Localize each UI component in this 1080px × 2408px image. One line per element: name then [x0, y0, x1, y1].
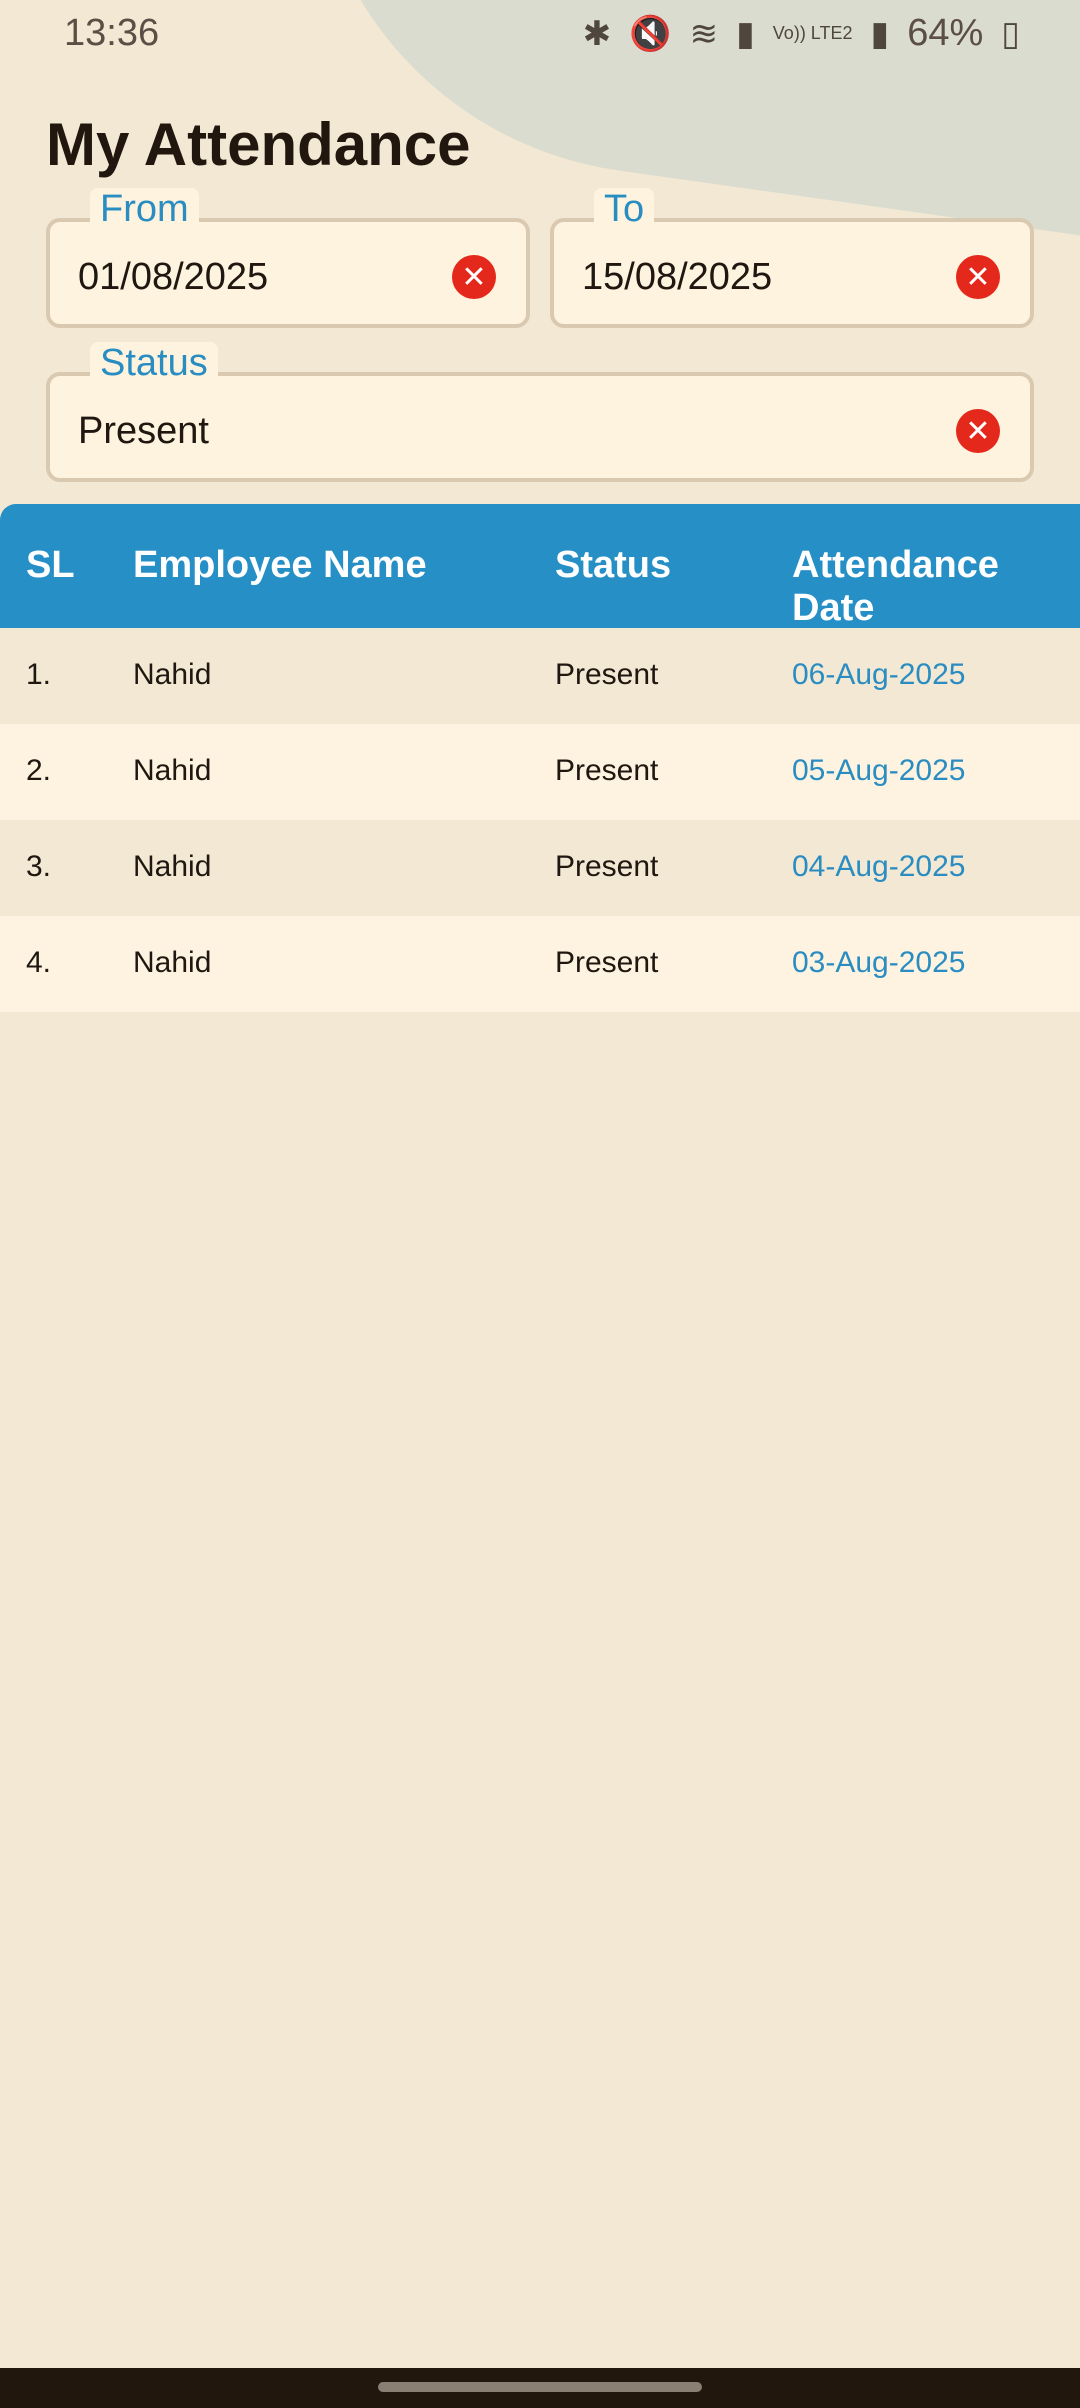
row-employee-name: Nahid	[133, 658, 212, 691]
table-row[interactable]: 4. Nahid Present 03-Aug-2025	[0, 916, 1080, 1012]
attendance-table: SL Employee Name Status Attendance Date …	[0, 504, 1080, 1012]
mute-icon: 🔇	[629, 14, 672, 53]
row-sl: 2.	[26, 754, 52, 787]
header-sl: SL	[26, 544, 75, 586]
signal-icon: ▮	[736, 14, 755, 53]
status-value: Present	[78, 410, 209, 452]
row-attendance-date: 05-Aug-2025	[792, 754, 966, 787]
status-field[interactable]: Status Present ✕	[46, 342, 1034, 482]
status-label: Status	[90, 342, 218, 385]
clear-to-button[interactable]: ✕	[956, 255, 1000, 299]
status-bar: 13:36 ✱ 🔇 ≋ ▮ Vo)) LTE2 ▮ 64% ▯	[0, 0, 1080, 70]
to-value: 15/08/2025	[582, 256, 773, 298]
row-status: Present	[555, 658, 659, 691]
row-sl: 4.	[26, 946, 52, 979]
bluetooth-icon: ✱	[582, 14, 612, 53]
volte-icon: Vo)) LTE2	[772, 23, 853, 43]
battery-icon: ▯	[1001, 14, 1020, 53]
row-status: Present	[555, 754, 659, 787]
from-label: From	[90, 188, 199, 231]
header-status: Status	[555, 544, 672, 586]
table-row[interactable]: 2. Nahid Present 05-Aug-2025	[0, 724, 1080, 820]
status-icons: ✱ 🔇 ≋ ▮ Vo)) LTE2 ▮ 64% ▯	[583, 12, 1020, 55]
row-attendance-date: 03-Aug-2025	[792, 946, 966, 979]
table-row[interactable]: 3. Nahid Present 04-Aug-2025	[0, 820, 1080, 916]
battery-percent: 64%	[907, 12, 984, 54]
navigation-bar	[0, 2368, 1080, 2408]
row-employee-name: Nahid	[133, 850, 212, 883]
to-date-field[interactable]: To 15/08/2025 ✕	[550, 188, 1034, 328]
row-sl: 1.	[26, 658, 52, 691]
home-indicator[interactable]	[378, 2382, 702, 2392]
from-date-field[interactable]: From 01/08/2025 ✕	[46, 188, 530, 328]
header-attendance-date: Attendance Date	[792, 544, 999, 629]
row-attendance-date: 04-Aug-2025	[792, 850, 966, 883]
row-sl: 3.	[26, 850, 52, 883]
table-row[interactable]: 1. Nahid Present 06-Aug-2025	[0, 628, 1080, 724]
to-label: To	[594, 188, 655, 231]
clear-status-button[interactable]: ✕	[956, 409, 1000, 453]
signal-icon: ▮	[870, 14, 890, 53]
row-attendance-date: 06-Aug-2025	[792, 658, 966, 691]
row-employee-name: Nahid	[133, 754, 212, 787]
wifi-icon: ≋	[689, 14, 719, 53]
table-header: SL Employee Name Status Attendance Date	[0, 504, 1080, 629]
row-status: Present	[555, 946, 659, 979]
from-value: 01/08/2025	[78, 256, 269, 298]
row-employee-name: Nahid	[133, 946, 212, 979]
header-employee-name: Employee Name	[133, 544, 427, 586]
row-status: Present	[555, 850, 659, 883]
page-title: My Attendance	[46, 111, 471, 178]
clear-from-button[interactable]: ✕	[452, 255, 496, 299]
status-time: 13:36	[64, 12, 160, 54]
